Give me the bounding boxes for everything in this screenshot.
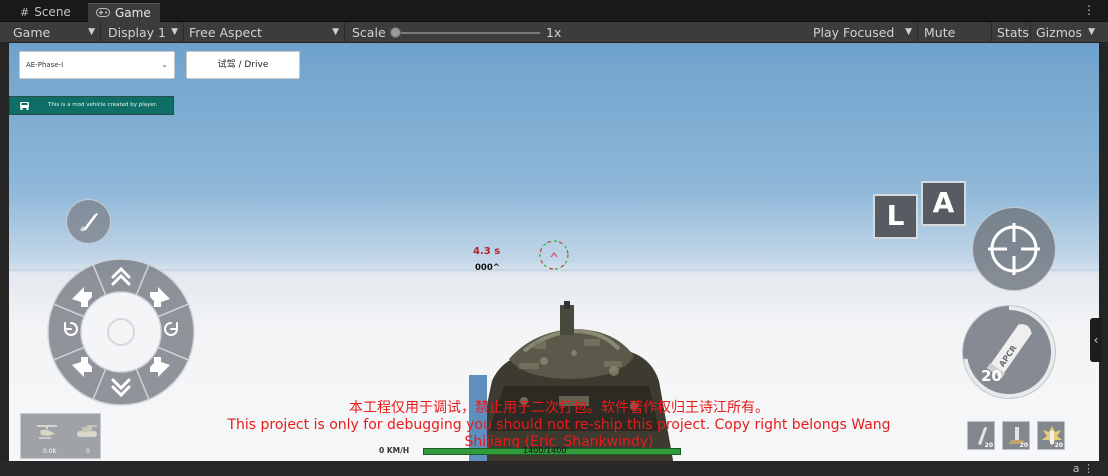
display-value: Display 1	[108, 25, 167, 40]
dpad-ring	[47, 258, 195, 406]
movement-dpad[interactable]	[46, 257, 196, 407]
status-right-value: 0	[86, 448, 90, 455]
melee-button[interactable]	[66, 199, 111, 244]
key-l-button[interactable]: L	[873, 194, 918, 239]
scale-value: 1x	[546, 25, 562, 40]
chevron-down-icon: ⌄	[161, 60, 168, 69]
fire-button[interactable]: APCR	[962, 305, 1056, 399]
play-mode-value: Play Focused	[813, 25, 895, 40]
knife-icon	[79, 212, 98, 232]
aim-button[interactable]	[972, 207, 1056, 291]
more-vertical-icon[interactable]: ⋮	[1083, 3, 1095, 17]
gamepad-icon	[96, 4, 110, 23]
dropdown-arrow-icon: ▼	[332, 27, 339, 37]
mod-vehicle-banner-text: This is a mod vehicle created by player.	[48, 102, 158, 108]
right-panel-edge	[1099, 43, 1108, 461]
game-view-toolbar: Game ▼ Display 1 ▼ Free Aspect ▼ Scale 1…	[0, 22, 1108, 61]
gizmos-dropdown[interactable]: Gizmos ▼	[1032, 22, 1100, 43]
mute-audio-toggle[interactable]: Mute Audio	[920, 22, 992, 61]
hp-readout: 1400/1400	[523, 446, 567, 455]
ammo-slot-2-count: 20	[1019, 442, 1028, 449]
scale-slider-track[interactable]	[393, 32, 540, 34]
game-viewport[interactable]: AE-Phase-I ⌄ 试驾 / Drive This is a mod ve…	[9, 43, 1099, 461]
vehicle-select-dropdown[interactable]: AE-Phase-I ⌄	[19, 51, 175, 79]
scale-label: Scale	[352, 25, 386, 40]
main-ammo-count: 20	[981, 367, 1002, 385]
editor-tab-bar: # Scene Game ⋮	[0, 0, 1108, 22]
helicopter-icon	[37, 425, 57, 439]
tab-game[interactable]: Game	[88, 3, 160, 22]
ammo-slot-1[interactable]: 20	[967, 421, 995, 450]
crosshair-icon	[988, 223, 1040, 275]
dropdown-arrow-icon: ▼	[171, 27, 178, 37]
display-dropdown[interactable]: Display 1 ▼	[104, 22, 184, 43]
dropdown-arrow-icon: ▼	[905, 27, 912, 37]
aspect-dropdown[interactable]: Free Aspect ▼	[185, 22, 345, 43]
view-mode-dropdown[interactable]: Game ▼	[9, 22, 101, 43]
tab-game-label: Game	[115, 5, 151, 20]
status-bar-icons: a ⋮	[1072, 462, 1094, 475]
vehicle-status-panel[interactable]: 0.0K 0	[20, 413, 101, 459]
left-panel-edge	[0, 43, 9, 461]
mod-vehicle-banner: This is a mod vehicle created by player.	[9, 96, 174, 115]
speed-readout: 0 KM/H	[379, 446, 410, 455]
dropdown-arrow-icon: ▼	[88, 27, 95, 37]
ammo-slot-2[interactable]: 20	[1002, 421, 1030, 450]
debug-warning-cn: 本工程仅用于调试，禁止用于二次打包。软件著作权归王诗江所有。	[349, 400, 769, 416]
view-mode-value: Game	[13, 25, 51, 40]
fire-progress-ring	[963, 306, 1055, 398]
vehicle-select-value: AE-Phase-I	[26, 61, 64, 69]
dropdown-arrow-icon: ▼	[1088, 27, 1095, 37]
tab-scene-label: Scene	[34, 5, 71, 19]
grid-icon: #	[20, 6, 30, 19]
scale-slider-handle[interactable]	[390, 27, 401, 38]
tank-icon	[77, 425, 97, 437]
debug-warning: 本工程仅用于调试，禁止用于二次打包。软件著作权归王诗江所有。 This proj…	[199, 400, 919, 451]
gizmos-value: Gizmos	[1036, 25, 1083, 40]
aim-reticle	[539, 240, 569, 270]
stats-toggle[interactable]: Stats	[993, 22, 1031, 43]
tab-scene[interactable]: # Scene	[12, 3, 79, 22]
aspect-value: Free Aspect	[189, 25, 262, 40]
collapse-panel-handle[interactable]: ‹	[1090, 318, 1102, 362]
drive-button[interactable]: 试驾 / Drive	[186, 51, 300, 79]
reload-timer: 4.3 s	[473, 246, 501, 257]
car-icon	[20, 102, 29, 110]
status-left-value: 0.0K	[43, 448, 57, 455]
ammo-slot-3[interactable]: 20	[1037, 421, 1065, 450]
editor-status-bar: a ⋮	[0, 461, 1108, 476]
key-a-button[interactable]: A	[921, 181, 966, 226]
range-readout: 000^	[475, 263, 500, 273]
play-mode-dropdown[interactable]: Play Focused ▼	[809, 22, 918, 43]
ammo-slot-1-count: 20	[984, 442, 993, 449]
ammo-slot-3-count: 20	[1054, 442, 1063, 449]
